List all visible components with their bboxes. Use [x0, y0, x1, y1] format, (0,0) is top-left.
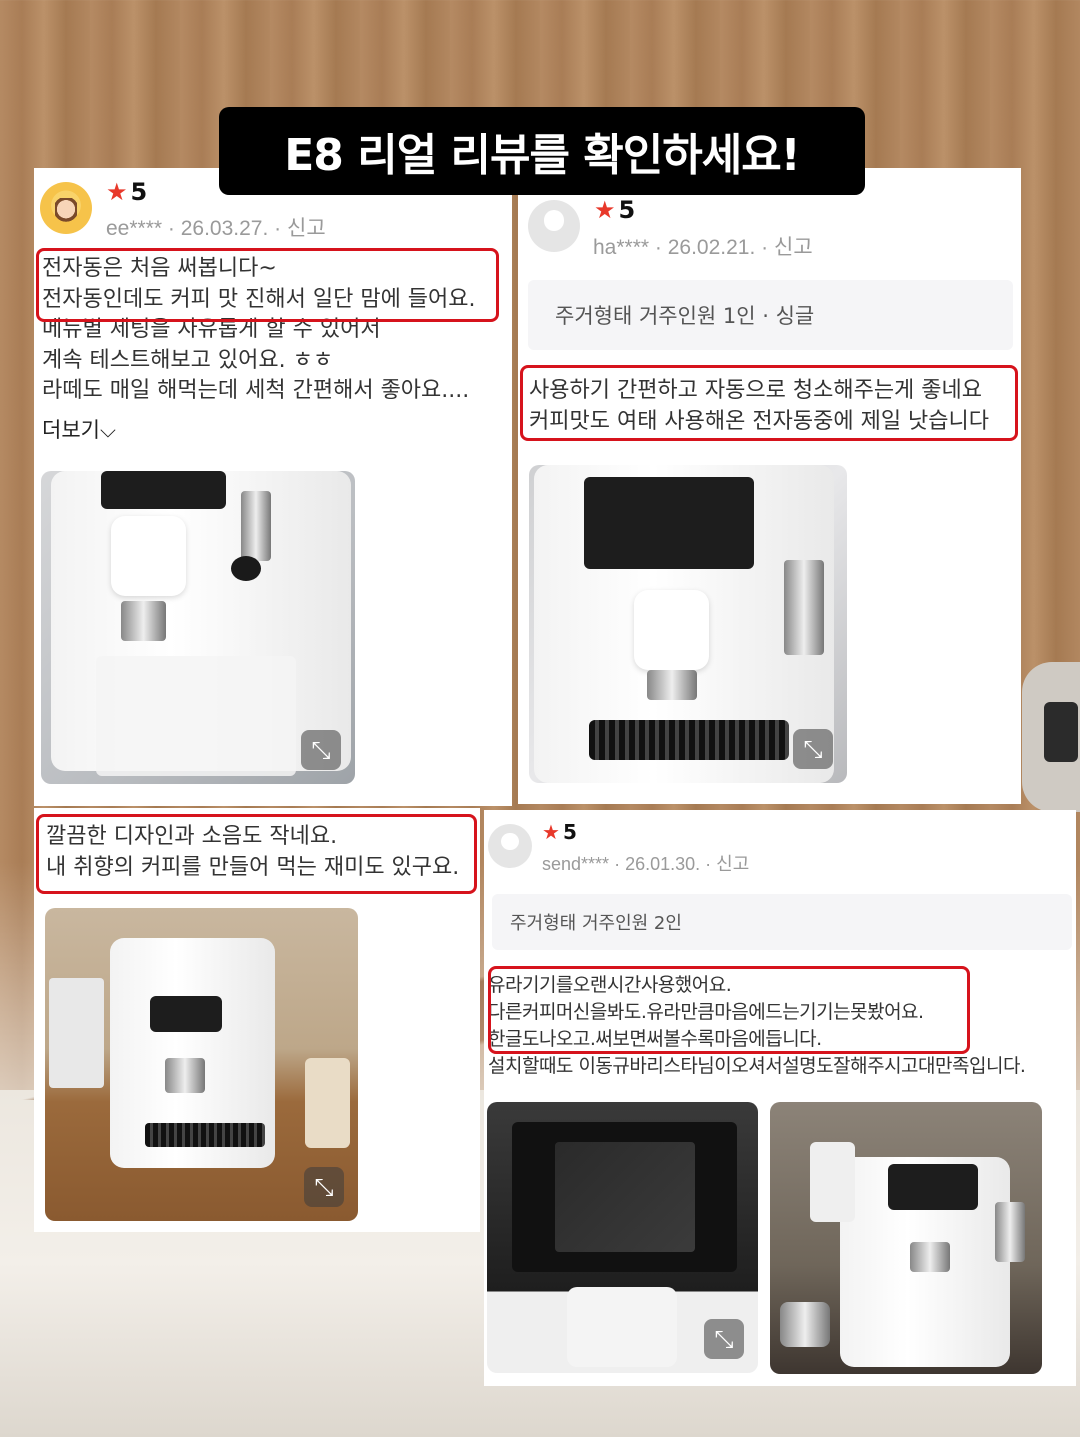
more-button[interactable]: 더보기⌵: [42, 414, 116, 444]
star-icon: ★: [542, 820, 560, 844]
screen-menu: [555, 1142, 695, 1252]
avatar: [40, 182, 92, 234]
expand-icon[interactable]: ⤡: [304, 1167, 344, 1207]
review-photo[interactable]: ⤡: [45, 908, 358, 1221]
machine-screen: [150, 996, 222, 1032]
review-date: 26.01.30.: [625, 854, 701, 874]
avatar: [488, 824, 532, 868]
expand-icon[interactable]: ⤡: [301, 730, 341, 770]
rating-value: 5: [618, 196, 636, 224]
highlight-box: [520, 365, 1018, 441]
household-info: 주거형태 거주인원 1인 · 싱글: [528, 280, 1013, 350]
packages-left: [49, 978, 104, 1088]
machine-screen: [584, 477, 754, 569]
milk-spout: [784, 560, 824, 655]
review-meta: send**** · 26.01.30. · 신고: [542, 854, 750, 874]
drip-tray-grill: [145, 1123, 265, 1147]
review-line: 계속 테스트해보고 있어요. ㅎㅎ: [42, 347, 334, 373]
review-card-2: ★ 5 ha**** · 26.02.21. · 신고 주거형태 거주인원 1인…: [518, 168, 1021, 804]
coffee-spout: [165, 1058, 205, 1093]
machine-screen: [888, 1164, 978, 1210]
title-banner: E8 리얼 리뷰를 확인하세요!: [219, 107, 865, 195]
review-date: 26.03.27.: [180, 217, 269, 240]
rating: ★ 5: [106, 178, 147, 206]
review-meta: ha**** · 26.02.21. · 신고: [593, 236, 813, 259]
expand-icon[interactable]: ⤡: [704, 1319, 744, 1359]
chevron-down-icon: ⌵: [99, 418, 116, 442]
highlight-box: [488, 966, 970, 1054]
rating-value: 5: [562, 820, 577, 844]
coffee-bag: [305, 1058, 350, 1148]
wall-outlet: [1022, 662, 1080, 812]
machine-logo-panel: [567, 1287, 677, 1367]
user-id: ha****: [593, 236, 650, 259]
highlight-box: [36, 814, 477, 894]
report-link[interactable]: 신고: [716, 854, 749, 874]
machine-screen: [101, 471, 226, 509]
rating: ★ 5: [594, 196, 635, 224]
milk-pitcher: [780, 1302, 830, 1347]
review-meta: ee**** · 26.03.27. · 신고: [106, 217, 326, 240]
milk-spout: [995, 1202, 1025, 1262]
review-line: 설치할때도 이동규바리스타님이오셔서설명도잘해주시고대만족입니다.: [488, 1055, 1026, 1077]
review-card-3: 깔끔한 디자인과 소음도 작네요. 내 취향의 커피를 만들어 먹는 재미도 있…: [34, 808, 480, 1232]
rating: ★ 5: [542, 820, 577, 844]
review-photo[interactable]: ⤡: [487, 1102, 758, 1373]
machine-logo-panel: [111, 516, 186, 596]
review-photo[interactable]: [770, 1102, 1042, 1374]
coffee-spout: [121, 601, 166, 641]
bottle: [810, 1142, 855, 1222]
user-id: ee****: [106, 217, 163, 240]
review-card-4: ★ 5 send**** · 26.01.30. · 신고 주거형태 거주인원 …: [484, 810, 1076, 1386]
milk-spout: [241, 491, 271, 561]
avatar: [528, 200, 580, 252]
review-photo[interactable]: ⤡: [41, 471, 355, 784]
highlight-box: [36, 248, 499, 322]
star-icon: ★: [106, 178, 128, 206]
review-date: 26.02.21.: [667, 236, 756, 259]
report-link[interactable]: 신고: [774, 236, 813, 259]
review-line: 라떼도 매일 해먹는데 세척 간편해서 좋아요....: [42, 378, 470, 403]
more-label: 더보기: [42, 418, 100, 442]
review-card-1: ★ 5 ee**** · 26.03.27. · 신고 전자동은 처음 써봅니다…: [34, 168, 512, 806]
expand-icon[interactable]: ⤡: [793, 729, 833, 769]
milk-spout-knob: [231, 556, 261, 581]
report-link[interactable]: 신고: [287, 217, 326, 240]
milk-container: [96, 656, 296, 776]
user-id: send****: [542, 854, 610, 874]
star-icon: ★: [594, 196, 616, 224]
rating-value: 5: [130, 178, 148, 206]
coffee-spout: [647, 670, 697, 700]
household-info: 주거형태 거주인원 2인: [492, 894, 1072, 950]
coffee-spout: [910, 1242, 950, 1272]
drip-tray-grill: [589, 720, 789, 760]
machine-logo-panel: [634, 590, 709, 670]
review-photo[interactable]: ⤡: [529, 465, 847, 783]
